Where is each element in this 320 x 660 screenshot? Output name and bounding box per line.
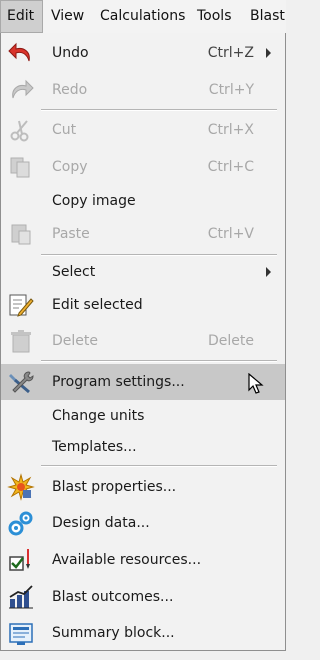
copy-label: Copy xyxy=(52,159,88,175)
select-label: Select xyxy=(52,264,96,280)
menu-item-cut[interactable]: Cut Ctrl+X xyxy=(1,113,285,147)
menu-item-copy-image[interactable]: Copy image xyxy=(1,185,285,217)
mouse-cursor-icon xyxy=(248,373,264,394)
menu-item-templates[interactable]: Templates... xyxy=(1,432,285,463)
menu-item-change-units[interactable]: Change units xyxy=(1,401,285,432)
menu-item-paste[interactable]: Paste Ctrl+V xyxy=(1,217,285,251)
submenu-arrow-icon xyxy=(266,48,271,58)
menu-edit[interactable]: Edit xyxy=(0,0,43,33)
copy-shortcut: Ctrl+C xyxy=(207,159,254,175)
copy-icon xyxy=(7,153,35,181)
separator xyxy=(41,109,277,111)
separator xyxy=(41,254,277,256)
menu-view[interactable]: View xyxy=(51,0,84,33)
available-resources-label: Available resources... xyxy=(52,552,202,568)
menu-item-summary-block[interactable]: Summary block... xyxy=(1,616,285,650)
trash-icon xyxy=(7,327,35,355)
blast-properties-label: Blast properties... xyxy=(52,479,177,495)
wrench-screwdriver-icon xyxy=(7,368,35,396)
edit-pencil-icon xyxy=(7,291,35,319)
menu-item-available-resources[interactable]: Available resources... xyxy=(1,542,285,579)
redo-icon xyxy=(7,76,35,104)
menu-item-undo[interactable]: Undo Ctrl+Z xyxy=(1,36,285,70)
edit-dropdown-menu: Undo Ctrl+Z Redo Ctrl+Y Cut Ctrl+X Copy … xyxy=(0,33,286,651)
undo-shortcut: Ctrl+Z xyxy=(207,45,254,61)
menu-item-copy[interactable]: Copy Ctrl+C xyxy=(1,150,285,184)
cut-label: Cut xyxy=(52,122,77,138)
undo-icon xyxy=(7,39,35,67)
change-units-label: Change units xyxy=(52,408,145,424)
delete-label: Delete xyxy=(52,333,98,349)
paste-label: Paste xyxy=(52,226,90,242)
undo-label: Undo xyxy=(52,45,89,61)
menu-item-delete[interactable]: Delete Delete xyxy=(1,324,285,358)
menu-item-program-settings[interactable]: Program settings... xyxy=(1,364,285,400)
menu-tools[interactable]: Tools xyxy=(197,0,232,33)
delete-shortcut: Delete xyxy=(208,333,254,349)
menu-item-blast-outcomes[interactable]: Blast outcomes... xyxy=(1,579,285,616)
paste-shortcut: Ctrl+V xyxy=(207,226,254,242)
menu-item-blast-properties[interactable]: Blast properties... xyxy=(1,469,285,505)
edit-selected-label: Edit selected xyxy=(52,297,143,313)
menu-bar: Edit View Calculations Tools BlastI xyxy=(0,0,286,33)
templates-label: Templates... xyxy=(52,439,137,455)
redo-label: Redo xyxy=(52,82,88,98)
resources-checklist-icon xyxy=(7,546,35,574)
paste-icon xyxy=(7,220,35,248)
separator xyxy=(41,465,277,467)
design-data-label: Design data... xyxy=(52,515,150,531)
scissors-icon xyxy=(7,116,35,144)
submenu-arrow-icon xyxy=(266,267,271,277)
copy-image-label: Copy image xyxy=(52,193,136,209)
menu-item-select[interactable]: Select xyxy=(1,257,285,287)
outcomes-chart-icon xyxy=(7,583,35,611)
menu-blast[interactable]: BlastI xyxy=(250,0,286,33)
summary-block-label: Summary block... xyxy=(52,625,175,641)
design-gears-icon xyxy=(7,509,35,537)
menu-item-edit-selected[interactable]: Edit selected xyxy=(1,287,285,323)
blast-explosion-icon xyxy=(7,473,35,501)
redo-shortcut: Ctrl+Y xyxy=(208,82,254,98)
program-settings-label: Program settings... xyxy=(52,374,185,390)
cut-shortcut: Ctrl+X xyxy=(207,122,254,138)
menu-item-redo[interactable]: Redo Ctrl+Y xyxy=(1,73,285,107)
blast-outcomes-label: Blast outcomes... xyxy=(52,589,174,605)
menu-calculations[interactable]: Calculations xyxy=(100,0,185,33)
separator xyxy=(41,360,277,362)
menu-item-design-data[interactable]: Design data... xyxy=(1,505,285,542)
summary-block-icon xyxy=(7,619,35,647)
